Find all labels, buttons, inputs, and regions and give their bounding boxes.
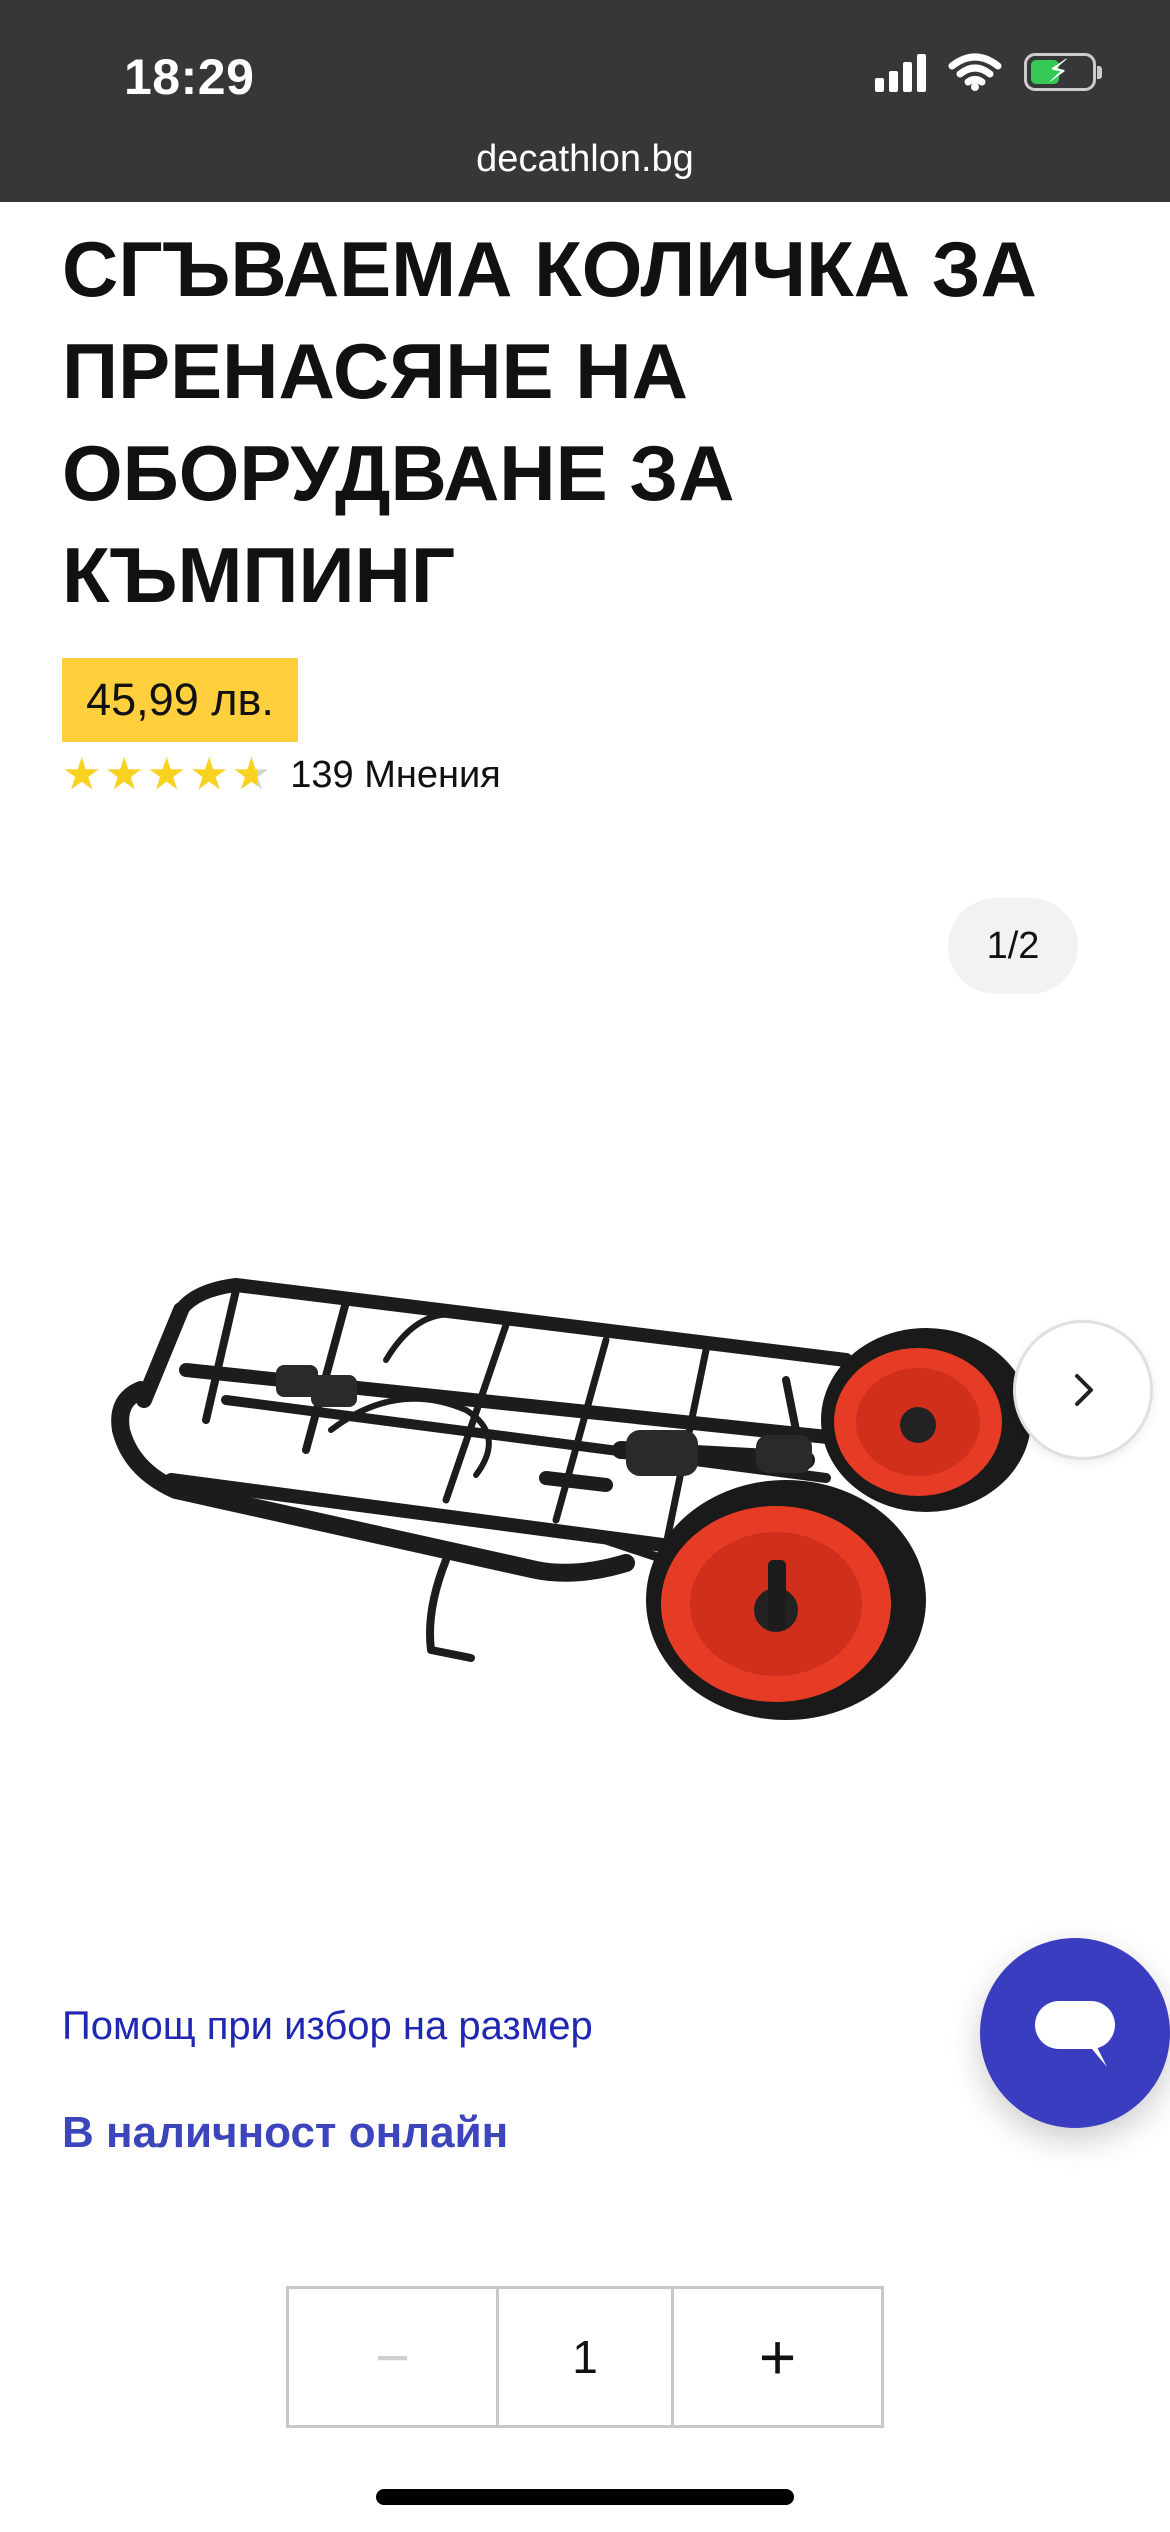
front-wheel [646,1480,926,1720]
status-icons: ⚡ [875,52,1102,92]
browser-top-bar: 18:29 ⚡ decathlon.bg [0,0,1170,202]
increase-quantity-button[interactable]: + [674,2286,884,2428]
status-time: 18:29 [124,49,255,105]
quantity-stepper: − 1 + [286,2286,884,2428]
size-help-link[interactable]: Помощ при избор на размер [62,2004,593,2049]
product-page: 18:29 ⚡ decathlon.bg СГЪВАЕМА КОЛИЧКА ЗА… [0,0,1170,2532]
availability-status: В наличност онлайн [62,2108,509,2157]
wifi-icon [948,53,1002,91]
back-wheel [821,1328,1031,1512]
rating-summary[interactable]: ★★★★★ ★★★★★ 139 Мнения [62,750,501,800]
battery-charging-icon: ⚡ [1024,53,1102,91]
chat-button[interactable] [980,1938,1170,2128]
decrease-quantity-button[interactable]: − [286,2286,496,2428]
rating-stars: ★★★★★ ★★★★★ [62,750,275,799]
reviews-count[interactable]: 139 Мнения [290,754,501,797]
browser-url[interactable]: decathlon.bg [0,138,1170,181]
product-title: СГЪВАЕМА КОЛИЧКА ЗА ПРЕНАСЯНЕ НА ОБОРУДВ… [62,225,1037,619]
image-counter: 1/2 [948,898,1078,994]
product-image [111,1278,1031,1720]
next-image-button[interactable] [1013,1320,1153,1460]
signal-icon [875,52,926,92]
home-indicator[interactable] [376,2489,794,2505]
chat-bubble-icon [1035,2001,1115,2067]
quantity-value[interactable]: 1 [496,2286,674,2428]
chevron-right-icon [1075,1374,1093,1406]
product-price: 45,99 лв. [62,658,298,742]
